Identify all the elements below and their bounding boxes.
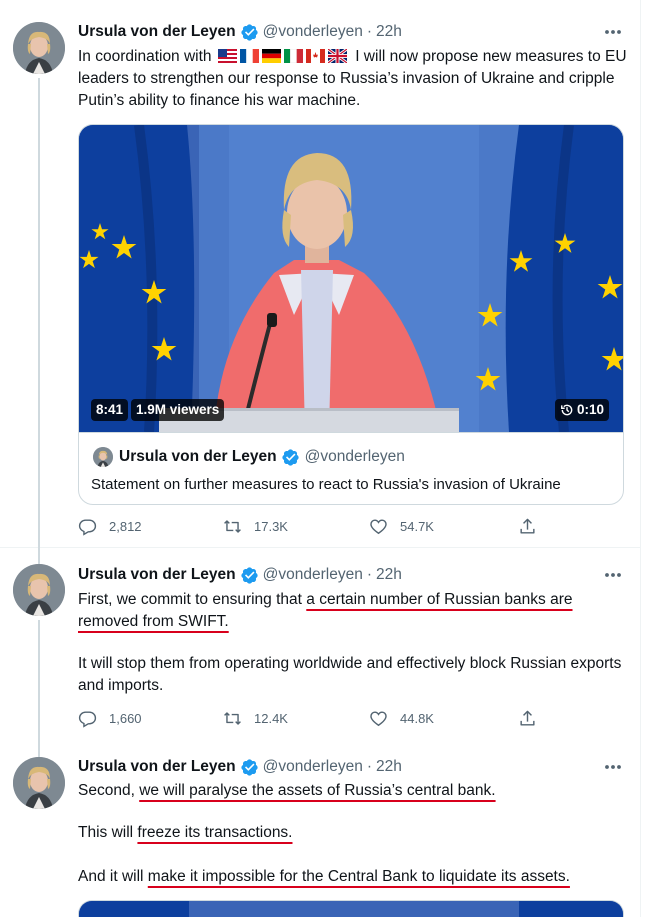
tweet-paragraph-1: Second, we will paralyse the assets of R… <box>78 780 628 802</box>
share-button[interactable] <box>518 517 537 536</box>
next-media-peek[interactable] <box>78 900 624 917</box>
verified-badge-icon <box>240 758 259 777</box>
canada-flag-icon <box>305 49 325 63</box>
video-duration: 8:41 <box>91 399 129 421</box>
card-avatar <box>93 447 113 467</box>
history-icon <box>561 404 573 416</box>
france-flag-icon <box>239 49 259 63</box>
tweet-actions: 2,812 17.3K 54.7K <box>78 517 538 539</box>
verified-badge-icon <box>281 448 300 467</box>
timeline-border <box>640 0 641 917</box>
tweet-paragraph-2: This will freeze its transactions. <box>78 822 628 844</box>
tweet-time[interactable]: 22h <box>376 23 402 41</box>
tweet-actions: 1,660 12.4K 44.8K <box>78 709 538 731</box>
replay-timer: 0:10 <box>555 399 610 421</box>
like-button[interactable]: 44.8K <box>369 709 434 728</box>
share-icon <box>518 517 537 536</box>
annotated-underline-text: we will paralyse the assets of Russia’s … <box>139 782 496 799</box>
viewers-count: 1.9M viewers <box>131 399 225 421</box>
more-icon[interactable] <box>604 764 622 770</box>
annotated-underline-text: make it impossible for the Central Bank … <box>147 868 570 885</box>
card-title: Statement on further measures to react t… <box>91 476 561 493</box>
tweet[interactable]: Ursula von der Leyen @vonderleyen · 22h … <box>0 548 640 741</box>
reply-icon <box>78 517 97 536</box>
tweet-paragraph-2: It will stop them from operating worldwi… <box>78 655 622 694</box>
reply-button[interactable]: 1,660 <box>78 709 142 728</box>
tweet-header: Ursula von der Leyen @vonderleyen · 22h <box>78 565 402 585</box>
retweet-count: 12.4K <box>254 711 288 726</box>
italy-flag-icon <box>283 49 303 63</box>
author-handle[interactable]: @vonderleyen <box>263 758 363 776</box>
author-name[interactable]: Ursula von der Leyen <box>78 23 236 41</box>
separator-dot: · <box>366 23 372 40</box>
like-count: 54.7K <box>400 519 434 534</box>
share-icon <box>518 709 537 728</box>
separator-dot: · <box>366 566 372 583</box>
retweet-icon <box>223 709 242 728</box>
more-icon[interactable] <box>604 29 622 35</box>
author-handle[interactable]: @vonderleyen <box>263 566 363 584</box>
like-count: 44.8K <box>400 711 434 726</box>
paragraph-1-text: First, we commit to ensuring that <box>78 591 307 608</box>
video-card[interactable]: 8:41 1.9M viewers 0:10 Ursula von der Le… <box>78 124 624 505</box>
more-icon[interactable] <box>604 572 622 578</box>
card-author-handle: @vonderleyen <box>304 448 405 465</box>
thread-line <box>38 78 40 548</box>
tweet-text: First, we commit to ensuring that a cert… <box>78 589 628 633</box>
media-thumbnail <box>79 901 623 917</box>
tweet-time[interactable]: 22h <box>376 566 402 584</box>
tweet-header: Ursula von der Leyen @vonderleyen · 22h <box>78 22 402 42</box>
uk-flag-icon <box>327 49 347 63</box>
remaining-time: 0:10 <box>577 402 605 417</box>
paragraph-1-text: Second, <box>78 782 140 799</box>
reply-button[interactable]: 2,812 <box>78 517 142 536</box>
paragraph-3-text: And it will <box>78 868 148 885</box>
reply-count: 1,660 <box>109 711 142 726</box>
tweet-text: In coordination with I will now propose … <box>78 46 628 112</box>
like-icon <box>369 517 388 536</box>
like-button[interactable]: 54.7K <box>369 517 434 536</box>
retweet-count: 17.3K <box>254 519 288 534</box>
separator-dot: · <box>366 758 372 775</box>
avatar[interactable] <box>13 564 65 616</box>
tweet-header: Ursula von der Leyen @vonderleyen · 22h <box>78 757 402 777</box>
reply-icon <box>78 709 97 728</box>
share-button[interactable] <box>518 709 537 728</box>
like-icon <box>369 709 388 728</box>
author-handle[interactable]: @vonderleyen <box>263 23 363 41</box>
tweet-text-start: In coordination with <box>78 48 212 65</box>
avatar[interactable] <box>13 22 65 74</box>
author-name[interactable]: Ursula von der Leyen <box>78 566 236 584</box>
retweet-icon <box>223 517 242 536</box>
paragraph-2-text: This will <box>78 824 138 841</box>
retweet-button[interactable]: 12.4K <box>223 709 288 728</box>
flag-emojis <box>217 49 347 63</box>
annotated-underline-text: freeze its transactions. <box>137 824 293 841</box>
avatar[interactable] <box>13 757 65 809</box>
tweet[interactable]: Ursula von der Leyen @vonderleyen · 22h … <box>0 741 640 917</box>
card-header: Ursula von der Leyen @vonderleyen <box>93 447 405 467</box>
germany-flag-icon <box>261 49 281 63</box>
card-footer[interactable]: Ursula von der Leyen @vonderleyen Statem… <box>79 432 623 504</box>
retweet-button[interactable]: 17.3K <box>223 517 288 536</box>
verified-badge-icon <box>240 566 259 585</box>
tweet-paragraph-3: And it will make it impossible for the C… <box>78 866 628 888</box>
card-author-name: Ursula von der Leyen <box>119 448 277 465</box>
thread-line <box>38 548 40 564</box>
video-thumbnail[interactable] <box>79 125 624 432</box>
us-flag-icon <box>217 49 237 63</box>
author-name[interactable]: Ursula von der Leyen <box>78 758 236 776</box>
thread-line <box>38 741 40 757</box>
verified-badge-icon <box>240 23 259 42</box>
tweet-time[interactable]: 22h <box>376 758 402 776</box>
reply-count: 2,812 <box>109 519 142 534</box>
thread-line <box>38 620 40 741</box>
tweet[interactable]: Ursula von der Leyen @vonderleyen · 22h … <box>0 0 640 548</box>
